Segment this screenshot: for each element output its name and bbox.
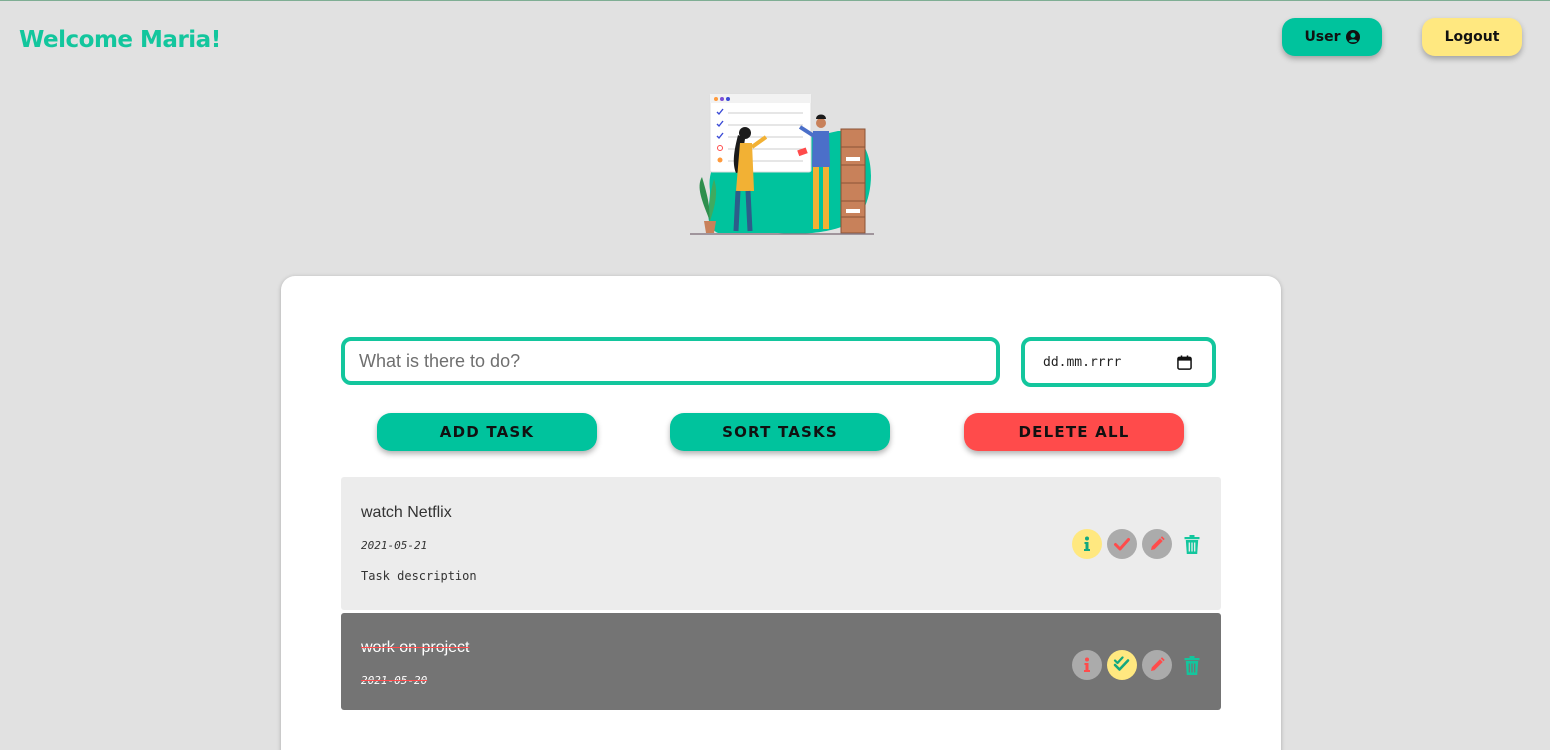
task-actions bbox=[1072, 529, 1207, 559]
task-item: watch Netflix 2021-05-21 Task descriptio… bbox=[341, 477, 1221, 610]
welcome-heading: Welcome Maria! bbox=[19, 27, 221, 53]
task-date: 2021-05-21 bbox=[361, 539, 428, 552]
task-actions bbox=[1072, 650, 1207, 680]
info-icon bbox=[1084, 657, 1090, 672]
sort-tasks-button[interactable]: SORT TASKS bbox=[670, 413, 890, 451]
user-button[interactable]: User bbox=[1282, 18, 1382, 56]
delete-button[interactable] bbox=[1177, 529, 1207, 559]
todo-illustration bbox=[690, 93, 874, 235]
date-placeholder: dd.mm.rrrr bbox=[1043, 354, 1122, 370]
double-check-icon bbox=[1113, 656, 1130, 671]
todo-card: dd.mm.rrrr ADD TASK SORT TASKS DELETE AL… bbox=[281, 276, 1281, 750]
task-item-done: work on project 2021-05-20 bbox=[341, 613, 1221, 710]
info-button[interactable] bbox=[1072, 650, 1102, 680]
info-button[interactable] bbox=[1072, 529, 1102, 559]
pencil-icon bbox=[1151, 657, 1165, 671]
task-description: Task description bbox=[361, 569, 477, 583]
task-title: work on project bbox=[361, 639, 470, 656]
task-date: 2021-05-20 bbox=[361, 674, 428, 687]
uncomplete-button[interactable] bbox=[1107, 650, 1137, 680]
edit-button[interactable] bbox=[1142, 529, 1172, 559]
pencil-icon bbox=[1151, 536, 1165, 550]
info-icon bbox=[1084, 536, 1090, 551]
task-input[interactable] bbox=[341, 337, 1000, 385]
logout-button[interactable]: Logout bbox=[1422, 18, 1522, 56]
complete-button[interactable] bbox=[1107, 529, 1137, 559]
task-title: watch Netflix bbox=[361, 504, 452, 521]
edit-button[interactable] bbox=[1142, 650, 1172, 680]
calendar-icon[interactable] bbox=[1177, 354, 1192, 370]
user-circle-icon bbox=[1345, 30, 1360, 44]
check-icon bbox=[1114, 538, 1130, 551]
delete-button[interactable] bbox=[1177, 650, 1207, 680]
user-button-label: User bbox=[1304, 29, 1341, 45]
date-input[interactable]: dd.mm.rrrr bbox=[1021, 337, 1216, 387]
trash-icon bbox=[1184, 655, 1200, 675]
trash-icon bbox=[1184, 534, 1200, 554]
delete-all-button[interactable]: DELETE ALL bbox=[964, 413, 1184, 451]
add-task-button[interactable]: ADD TASK bbox=[377, 413, 597, 451]
